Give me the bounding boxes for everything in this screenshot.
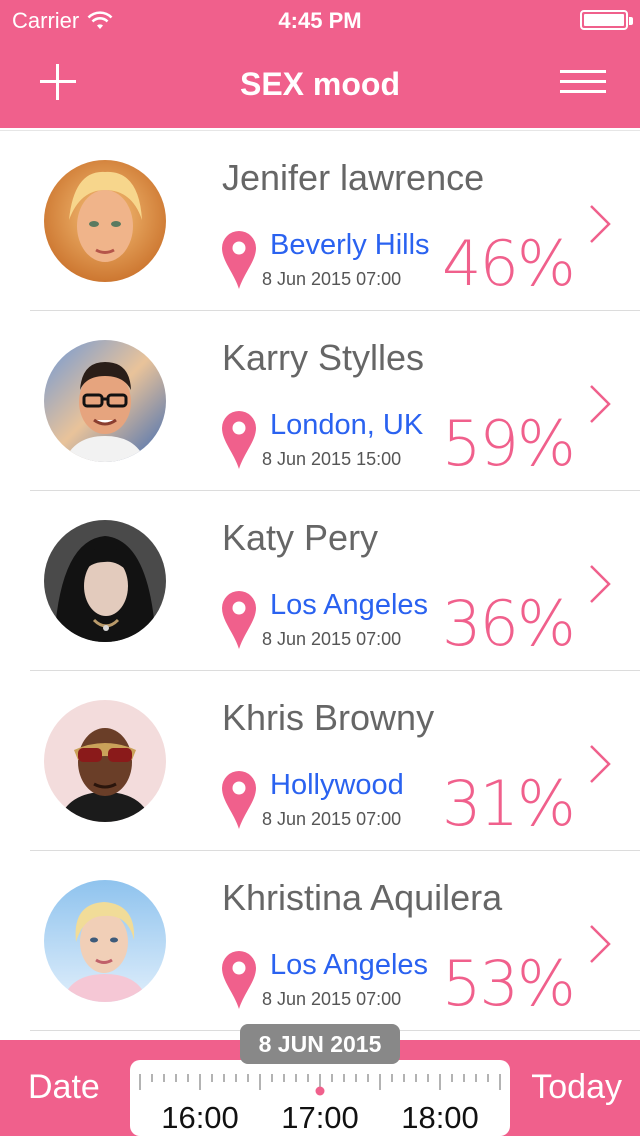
person-name: Jenifer lawrence xyxy=(222,157,485,198)
person-name: Katy Pery xyxy=(222,517,379,558)
location-pin-icon xyxy=(222,951,256,1009)
status-bar: Carrier 4:45 PM xyxy=(0,0,640,40)
list-item[interactable]: Katy Pery Los Angeles 8 Jun 2015 07:00 3… xyxy=(0,491,640,671)
selected-date-badge: 8 JUN 2015 xyxy=(240,1024,400,1064)
location-pin-icon xyxy=(222,591,256,649)
mood-percent: 36% xyxy=(442,587,576,660)
chevron-right-icon[interactable] xyxy=(588,563,612,605)
battery-icon xyxy=(580,10,633,30)
chevron-right-icon[interactable] xyxy=(588,743,612,785)
location-pin-icon xyxy=(222,231,256,289)
location-link[interactable]: Beverly Hills xyxy=(270,229,442,262)
person-name: Khristina Aquilera xyxy=(222,877,503,918)
timestamp: 8 Jun 2015 15:00 xyxy=(262,449,402,469)
person-name: Karry Stylles xyxy=(222,337,425,378)
hamburger-menu-icon[interactable] xyxy=(560,70,606,96)
current-time-indicator xyxy=(315,1086,325,1096)
timestamp: 8 Jun 2015 07:00 xyxy=(262,989,402,1009)
timestamp: 8 Jun 2015 07:00 xyxy=(262,629,402,649)
page-title: SEX mood xyxy=(239,66,400,102)
location-pin-icon xyxy=(222,771,256,829)
location-link[interactable]: Los Angeles xyxy=(270,589,442,622)
today-button[interactable]: Today xyxy=(531,1068,622,1107)
mood-percent: 46% xyxy=(442,227,576,300)
avatar xyxy=(44,700,166,822)
avatar xyxy=(44,880,166,1002)
time-tick-label: 18:00 xyxy=(401,1100,479,1135)
list-item[interactable]: Karry Stylles London, UK 8 Jun 2015 15:0… xyxy=(0,311,640,491)
date-button[interactable]: Date xyxy=(28,1068,100,1107)
time-tick-label: 17:00 xyxy=(281,1100,359,1135)
nav-bar: SEX mood xyxy=(0,40,640,128)
chevron-right-icon[interactable] xyxy=(588,923,612,965)
avatar xyxy=(44,340,166,462)
avatar xyxy=(44,160,166,282)
mood-percent: 53% xyxy=(442,947,576,1020)
top-bar: Carrier 4:45 PM SEX mood xyxy=(0,0,640,128)
status-time: 4:45 PM xyxy=(278,8,362,33)
mood-percent: 59% xyxy=(442,407,576,480)
chevron-right-icon[interactable] xyxy=(588,203,612,245)
location-link[interactable]: London, UK xyxy=(270,409,442,442)
people-list: Jenifer lawrence Beverly Hills 8 Jun 201… xyxy=(0,130,640,1040)
avatar xyxy=(44,520,166,642)
time-ruler-slider[interactable]: 16:00 17:00 18:00 xyxy=(130,1060,510,1136)
time-tick-label: 16:00 xyxy=(161,1100,239,1135)
list-item[interactable]: Jenifer lawrence Beverly Hills 8 Jun 201… xyxy=(0,131,640,311)
mood-percent: 31% xyxy=(442,767,576,840)
location-link[interactable]: Hollywood xyxy=(270,769,442,802)
timestamp: 8 Jun 2015 07:00 xyxy=(262,269,402,289)
timestamp: 8 Jun 2015 07:00 xyxy=(262,809,402,829)
list-item[interactable]: Khristina Aquilera Los Angeles 8 Jun 201… xyxy=(0,851,640,1031)
chevron-right-icon[interactable] xyxy=(588,383,612,425)
location-link[interactable]: Los Angeles xyxy=(270,949,442,982)
location-pin-icon xyxy=(222,411,256,469)
list-item[interactable]: Khris Browny Hollywood 8 Jun 2015 07:00 … xyxy=(0,671,640,851)
person-name: Khris Browny xyxy=(222,697,435,738)
